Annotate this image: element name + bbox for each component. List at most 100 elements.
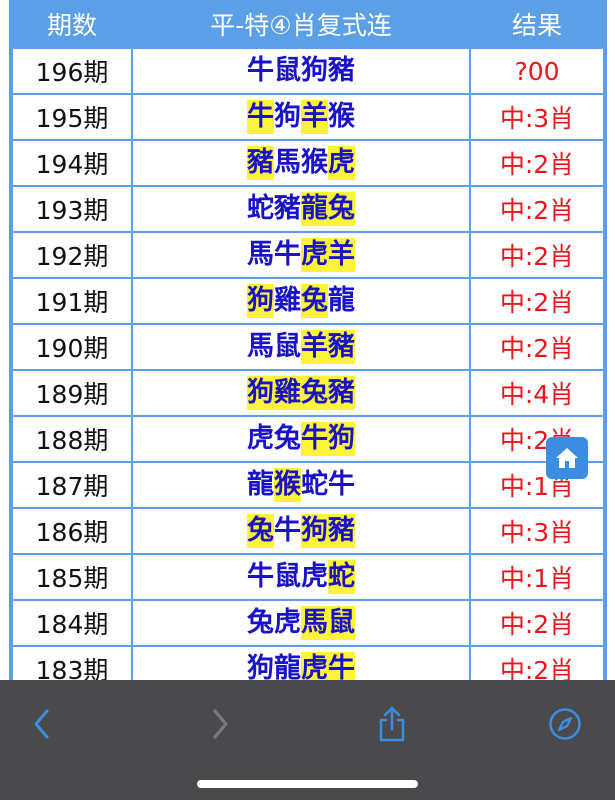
- zodiac-sign: 龍: [247, 469, 274, 500]
- lottery-table: 期数 平-特④肖复式连 结果 196期牛鼠狗豬 ?00 195期牛狗羊猴中:3肖 19…: [9, 0, 607, 680]
- zodiac-cell: 兔牛狗豬: [133, 509, 469, 553]
- zodiac-sign: 羊: [301, 330, 328, 364]
- zodiac-cell: 狗雞兔龍: [133, 279, 469, 323]
- table-row: 195期牛狗羊猴中:3肖: [9, 95, 607, 139]
- result-cell: 中:2肖: [471, 325, 603, 369]
- chevron-left-icon: [34, 709, 49, 739]
- bookmarks-button[interactable]: [543, 702, 587, 746]
- browser-toolbar: [0, 680, 615, 800]
- zodiac-cell: 豬馬猴虎: [133, 141, 469, 185]
- zodiac-sign: 牛: [328, 652, 355, 680]
- result-cell: 中:2肖: [471, 233, 603, 277]
- zodiac-sign: 牛: [274, 239, 301, 270]
- result-cell: 中:2肖: [471, 601, 603, 645]
- period-cell: 187期: [13, 463, 131, 507]
- zodiac-sign: 豬: [328, 55, 355, 86]
- result-cell: ?00: [471, 49, 603, 93]
- home-button[interactable]: [546, 437, 588, 479]
- result-cell: 中:2肖: [471, 279, 603, 323]
- home-icon: [556, 448, 578, 468]
- zodiac-sign: 鼠: [274, 561, 301, 592]
- table-row: 188期虎兔牛狗中:2肖: [9, 417, 607, 461]
- table-row: 184期兔虎馬鼠中:2肖: [9, 601, 607, 645]
- result-cell: 中:2肖: [471, 187, 603, 231]
- zodiac-sign: 虎: [274, 607, 301, 638]
- share-icon: [379, 706, 405, 742]
- period-cell: 183期: [13, 647, 131, 680]
- zodiac-sign: 猴: [274, 468, 301, 502]
- period-cell: 186期: [13, 509, 131, 553]
- zodiac-sign: 蛇: [301, 469, 328, 500]
- home-indicator: [197, 780, 418, 788]
- forward-button[interactable]: [198, 702, 242, 746]
- zodiac-sign: 蛇: [328, 560, 355, 594]
- zodiac-sign: 牛: [247, 100, 274, 134]
- zodiac-sign: 牛: [274, 515, 301, 546]
- back-button[interactable]: [20, 702, 64, 746]
- period-cell: 191期: [13, 279, 131, 323]
- zodiac-cell: 狗雞兔豬: [133, 371, 469, 415]
- table-header: 期数 平-特④肖复式连 结果: [9, 0, 607, 47]
- table-row: 183期狗龍虎牛中:2肖: [9, 647, 607, 680]
- table-row: 186期兔牛狗豬中:3肖: [9, 509, 607, 553]
- zodiac-sign: 牛: [328, 469, 355, 500]
- zodiac-cell: 牛鼠虎蛇: [133, 555, 469, 599]
- zodiac-sign: 雞: [274, 285, 301, 316]
- zodiac-sign: 羊: [328, 238, 355, 272]
- zodiac-sign: 蛇: [247, 193, 274, 224]
- zodiac-sign: 鼠: [274, 55, 301, 86]
- zodiac-sign: 猴: [301, 147, 328, 178]
- zodiac-sign: 狗: [274, 101, 301, 132]
- table-row: 193期蛇豬龍兔中:2肖: [9, 187, 607, 231]
- period-cell: 195期: [13, 95, 131, 139]
- zodiac-cell: 狗龍虎牛: [133, 647, 469, 680]
- table-row: 192期馬牛虎羊中:2肖: [9, 233, 607, 277]
- period-cell: 196期: [13, 49, 131, 93]
- zodiac-sign: 狗: [247, 653, 274, 680]
- table-row: 196期牛鼠狗豬 ?00: [9, 49, 607, 93]
- period-cell: 193期: [13, 187, 131, 231]
- zodiac-sign: 牛: [247, 561, 274, 592]
- table-row: 194期豬馬猴虎中:2肖: [9, 141, 607, 185]
- zodiac-cell: 龍猴蛇牛: [133, 463, 469, 507]
- zodiac-sign: 馬: [247, 331, 274, 362]
- chevron-right-icon: [213, 709, 228, 739]
- table-row: 187期龍猴蛇牛中:1肖: [9, 463, 607, 507]
- result-cell: 中:3肖: [471, 95, 603, 139]
- result-cell: 中:4肖: [471, 371, 603, 415]
- zodiac-sign: 虎: [301, 652, 328, 680]
- result-cell: 中:1肖: [471, 555, 603, 599]
- zodiac-cell: 蛇豬龍兔: [133, 187, 469, 231]
- zodiac-cell: 兔虎馬鼠: [133, 601, 469, 645]
- zodiac-sign: 馬: [274, 147, 301, 178]
- zodiac-sign: 牛: [247, 55, 274, 86]
- period-cell: 190期: [13, 325, 131, 369]
- zodiac-sign: 狗: [301, 55, 328, 86]
- zodiac-sign: 豬: [328, 514, 355, 548]
- zodiac-sign: 豬: [328, 330, 355, 364]
- share-button[interactable]: [370, 702, 414, 746]
- period-cell: 188期: [13, 417, 131, 461]
- zodiac-sign: 兔: [247, 514, 274, 548]
- zodiac-cell: 馬牛虎羊: [133, 233, 469, 277]
- zodiac-sign: 雞: [274, 376, 301, 410]
- zodiac-cell: 虎兔牛狗: [133, 417, 469, 461]
- zodiac-cell: 牛鼠狗豬: [133, 49, 469, 93]
- period-cell: 185期: [13, 555, 131, 599]
- zodiac-sign: 兔: [328, 192, 355, 226]
- zodiac-sign: 羊: [301, 100, 328, 134]
- zodiac-sign: 虎: [301, 561, 328, 592]
- header-zodiac: 平-特④肖复式连: [133, 0, 469, 47]
- zodiac-sign: 狗: [328, 422, 355, 456]
- table-row: 185期牛鼠虎蛇中:1肖: [9, 555, 607, 599]
- zodiac-sign: 兔: [301, 376, 328, 410]
- zodiac-sign: 鼠: [328, 606, 355, 640]
- zodiac-sign: 狗: [301, 514, 328, 548]
- zodiac-sign: 虎: [301, 238, 328, 272]
- zodiac-cell: 牛狗羊猴: [133, 95, 469, 139]
- zodiac-sign: 牛: [301, 422, 328, 456]
- result-cell: 中:2肖: [471, 141, 603, 185]
- zodiac-sign: 兔: [247, 607, 274, 638]
- table-row: 189期狗雞兔豬中:4肖: [9, 371, 607, 415]
- header-period: 期数: [13, 0, 131, 47]
